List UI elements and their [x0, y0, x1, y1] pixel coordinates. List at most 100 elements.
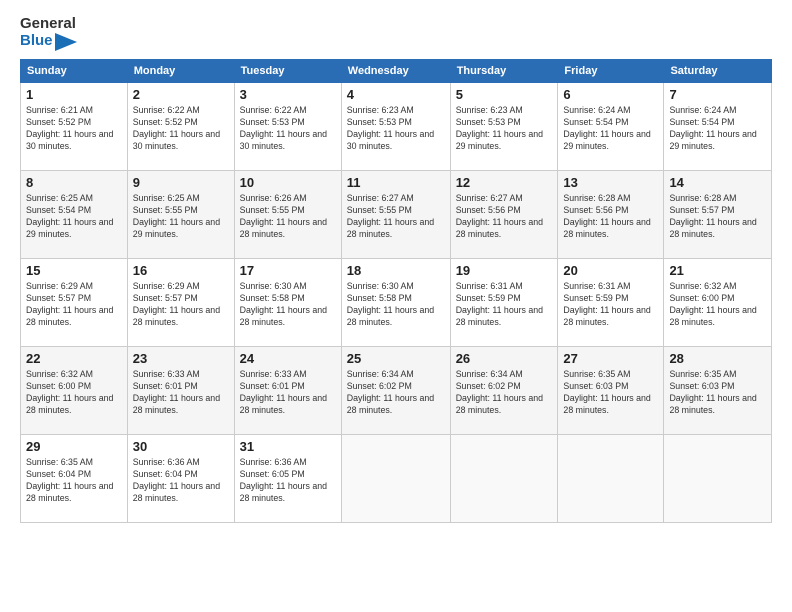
calendar-cell	[341, 434, 450, 522]
day-info: Sunrise: 6:30 AMSunset: 5:58 PMDaylight:…	[347, 280, 445, 329]
calendar-cell: 17 Sunrise: 6:30 AMSunset: 5:58 PMDayligh…	[234, 258, 341, 346]
day-info: Sunrise: 6:24 AMSunset: 5:54 PMDaylight:…	[563, 104, 658, 153]
day-number: 22	[26, 351, 122, 366]
calendar-cell	[664, 434, 772, 522]
day-info: Sunrise: 6:25 AMSunset: 5:55 PMDaylight:…	[133, 192, 229, 241]
day-info: Sunrise: 6:28 AMSunset: 5:56 PMDaylight:…	[563, 192, 658, 241]
day-number: 29	[26, 439, 122, 454]
day-info: Sunrise: 6:36 AMSunset: 6:05 PMDaylight:…	[240, 456, 336, 505]
calendar-cell: 9 Sunrise: 6:25 AMSunset: 5:55 PMDaylight…	[127, 170, 234, 258]
calendar-cell: 8Sunrise: 6:25 AMSunset: 5:54 PMDaylight…	[21, 170, 128, 258]
day-info: Sunrise: 6:24 AMSunset: 5:54 PMDaylight:…	[669, 104, 766, 153]
calendar-cell: 28Sunrise: 6:35 AMSunset: 6:03 PMDayligh…	[664, 346, 772, 434]
calendar-cell: 2Sunrise: 6:22 AMSunset: 5:52 PMDaylight…	[127, 82, 234, 170]
calendar-page: General Blue SundayMondayTuesdayWednesda…	[0, 0, 792, 612]
calendar-cell: 7 Sunrise: 6:24 AMSunset: 5:54 PMDaylight…	[664, 82, 772, 170]
day-info: Sunrise: 6:36 AMSunset: 6:04 PMDaylight:…	[133, 456, 229, 505]
day-number: 5	[456, 87, 553, 102]
day-number: 21	[669, 263, 766, 278]
logo: General Blue	[20, 16, 77, 51]
day-info: Sunrise: 6:25 AMSunset: 5:54 PMDaylight:…	[26, 192, 122, 241]
week-row-5: 29 Sunrise: 6:35 AMSunset: 6:04 PMDayligh…	[21, 434, 772, 522]
weekday-header-thursday: Thursday	[450, 59, 558, 82]
day-number: 13	[563, 175, 658, 190]
day-number: 27	[563, 351, 658, 366]
calendar-cell: 5 Sunrise: 6:23 AMSunset: 5:53 PMDaylight…	[450, 82, 558, 170]
calendar-cell	[558, 434, 664, 522]
calendar-cell: 12 Sunrise: 6:27 AMSunset: 5:56 PMDayligh…	[450, 170, 558, 258]
calendar-cell: 26Sunrise: 6:34 AMSunset: 6:02 PMDayligh…	[450, 346, 558, 434]
day-info: Sunrise: 6:27 AMSunset: 5:55 PMDaylight:…	[347, 192, 445, 241]
day-number: 4	[347, 87, 445, 102]
calendar-cell: 15Sunrise: 6:29 AMSunset: 5:57 PMDayligh…	[21, 258, 128, 346]
day-info: Sunrise: 6:29 AMSunset: 5:57 PMDaylight:…	[26, 280, 122, 329]
day-number: 3	[240, 87, 336, 102]
logo-blue: Blue	[20, 33, 77, 51]
day-info: Sunrise: 6:30 AMSunset: 5:58 PMDaylight:…	[240, 280, 336, 329]
weekday-header-tuesday: Tuesday	[234, 59, 341, 82]
weekday-header-friday: Friday	[558, 59, 664, 82]
calendar-cell	[450, 434, 558, 522]
day-info: Sunrise: 6:32 AMSunset: 6:00 PMDaylight:…	[669, 280, 766, 329]
day-number: 23	[133, 351, 229, 366]
day-info: Sunrise: 6:35 AMSunset: 6:03 PMDaylight:…	[669, 368, 766, 417]
calendar-cell: 11 Sunrise: 6:27 AMSunset: 5:55 PMDayligh…	[341, 170, 450, 258]
day-info: Sunrise: 6:32 AMSunset: 6:00 PMDaylight:…	[26, 368, 122, 417]
day-info: Sunrise: 6:21 AMSunset: 5:52 PMDaylight:…	[26, 104, 122, 153]
day-info: Sunrise: 6:31 AMSunset: 5:59 PMDaylight:…	[563, 280, 658, 329]
day-info: Sunrise: 6:31 AMSunset: 5:59 PMDaylight:…	[456, 280, 553, 329]
day-info: Sunrise: 6:22 AMSunset: 5:53 PMDaylight:…	[240, 104, 336, 153]
week-row-2: 8Sunrise: 6:25 AMSunset: 5:54 PMDaylight…	[21, 170, 772, 258]
day-info: Sunrise: 6:23 AMSunset: 5:53 PMDaylight:…	[456, 104, 553, 153]
day-number: 11	[347, 175, 445, 190]
day-number: 1	[26, 87, 122, 102]
day-info: Sunrise: 6:35 AMSunset: 6:03 PMDaylight:…	[563, 368, 658, 417]
day-info: Sunrise: 6:27 AMSunset: 5:56 PMDaylight:…	[456, 192, 553, 241]
day-number: 31	[240, 439, 336, 454]
day-number: 20	[563, 263, 658, 278]
week-row-3: 15Sunrise: 6:29 AMSunset: 5:57 PMDayligh…	[21, 258, 772, 346]
calendar-cell: 25Sunrise: 6:34 AMSunset: 6:02 PMDayligh…	[341, 346, 450, 434]
calendar-cell: 29 Sunrise: 6:35 AMSunset: 6:04 PMDayligh…	[21, 434, 128, 522]
calendar-cell: 4 Sunrise: 6:23 AMSunset: 5:53 PMDaylight…	[341, 82, 450, 170]
weekday-header-sunday: Sunday	[21, 59, 128, 82]
day-number: 17	[240, 263, 336, 278]
calendar-cell: 27 Sunrise: 6:35 AMSunset: 6:03 PMDayligh…	[558, 346, 664, 434]
day-number: 19	[456, 263, 553, 278]
calendar-cell: 14Sunrise: 6:28 AMSunset: 5:57 PMDayligh…	[664, 170, 772, 258]
week-row-4: 22 Sunrise: 6:32 AMSunset: 6:00 PMDayligh…	[21, 346, 772, 434]
day-number: 24	[240, 351, 336, 366]
day-info: Sunrise: 6:28 AMSunset: 5:57 PMDaylight:…	[669, 192, 766, 241]
calendar-cell: 10 Sunrise: 6:26 AMSunset: 5:55 PMDayligh…	[234, 170, 341, 258]
day-info: Sunrise: 6:22 AMSunset: 5:52 PMDaylight:…	[133, 104, 229, 153]
weekday-header-saturday: Saturday	[664, 59, 772, 82]
logo-arrow-icon	[55, 33, 77, 51]
calendar-cell: 3 Sunrise: 6:22 AMSunset: 5:53 PMDaylight…	[234, 82, 341, 170]
logo-general: General	[20, 16, 77, 33]
weekday-header-monday: Monday	[127, 59, 234, 82]
day-info: Sunrise: 6:29 AMSunset: 5:57 PMDaylight:…	[133, 280, 229, 329]
calendar-cell: 24Sunrise: 6:33 AMSunset: 6:01 PMDayligh…	[234, 346, 341, 434]
day-number: 12	[456, 175, 553, 190]
day-info: Sunrise: 6:23 AMSunset: 5:53 PMDaylight:…	[347, 104, 445, 153]
day-number: 25	[347, 351, 445, 366]
day-number: 30	[133, 439, 229, 454]
calendar-cell: 22 Sunrise: 6:32 AMSunset: 6:00 PMDayligh…	[21, 346, 128, 434]
day-info: Sunrise: 6:33 AMSunset: 6:01 PMDaylight:…	[133, 368, 229, 417]
calendar-cell: 20 Sunrise: 6:31 AMSunset: 5:59 PMDayligh…	[558, 258, 664, 346]
day-number: 10	[240, 175, 336, 190]
day-info: Sunrise: 6:26 AMSunset: 5:55 PMDaylight:…	[240, 192, 336, 241]
day-number: 6	[563, 87, 658, 102]
calendar-cell: 30 Sunrise: 6:36 AMSunset: 6:04 PMDayligh…	[127, 434, 234, 522]
calendar-cell: 18Sunrise: 6:30 AMSunset: 5:58 PMDayligh…	[341, 258, 450, 346]
week-row-1: 1 Sunrise: 6:21 AMSunset: 5:52 PMDaylight…	[21, 82, 772, 170]
day-number: 7	[669, 87, 766, 102]
day-number: 9	[133, 175, 229, 190]
day-number: 16	[133, 263, 229, 278]
header: General Blue	[20, 16, 772, 51]
calendar-cell: 19 Sunrise: 6:31 AMSunset: 5:59 PMDayligh…	[450, 258, 558, 346]
calendar-cell: 13 Sunrise: 6:28 AMSunset: 5:56 PMDayligh…	[558, 170, 664, 258]
calendar-cell: 6 Sunrise: 6:24 AMSunset: 5:54 PMDaylight…	[558, 82, 664, 170]
calendar-cell: 16 Sunrise: 6:29 AMSunset: 5:57 PMDayligh…	[127, 258, 234, 346]
day-info: Sunrise: 6:35 AMSunset: 6:04 PMDaylight:…	[26, 456, 122, 505]
